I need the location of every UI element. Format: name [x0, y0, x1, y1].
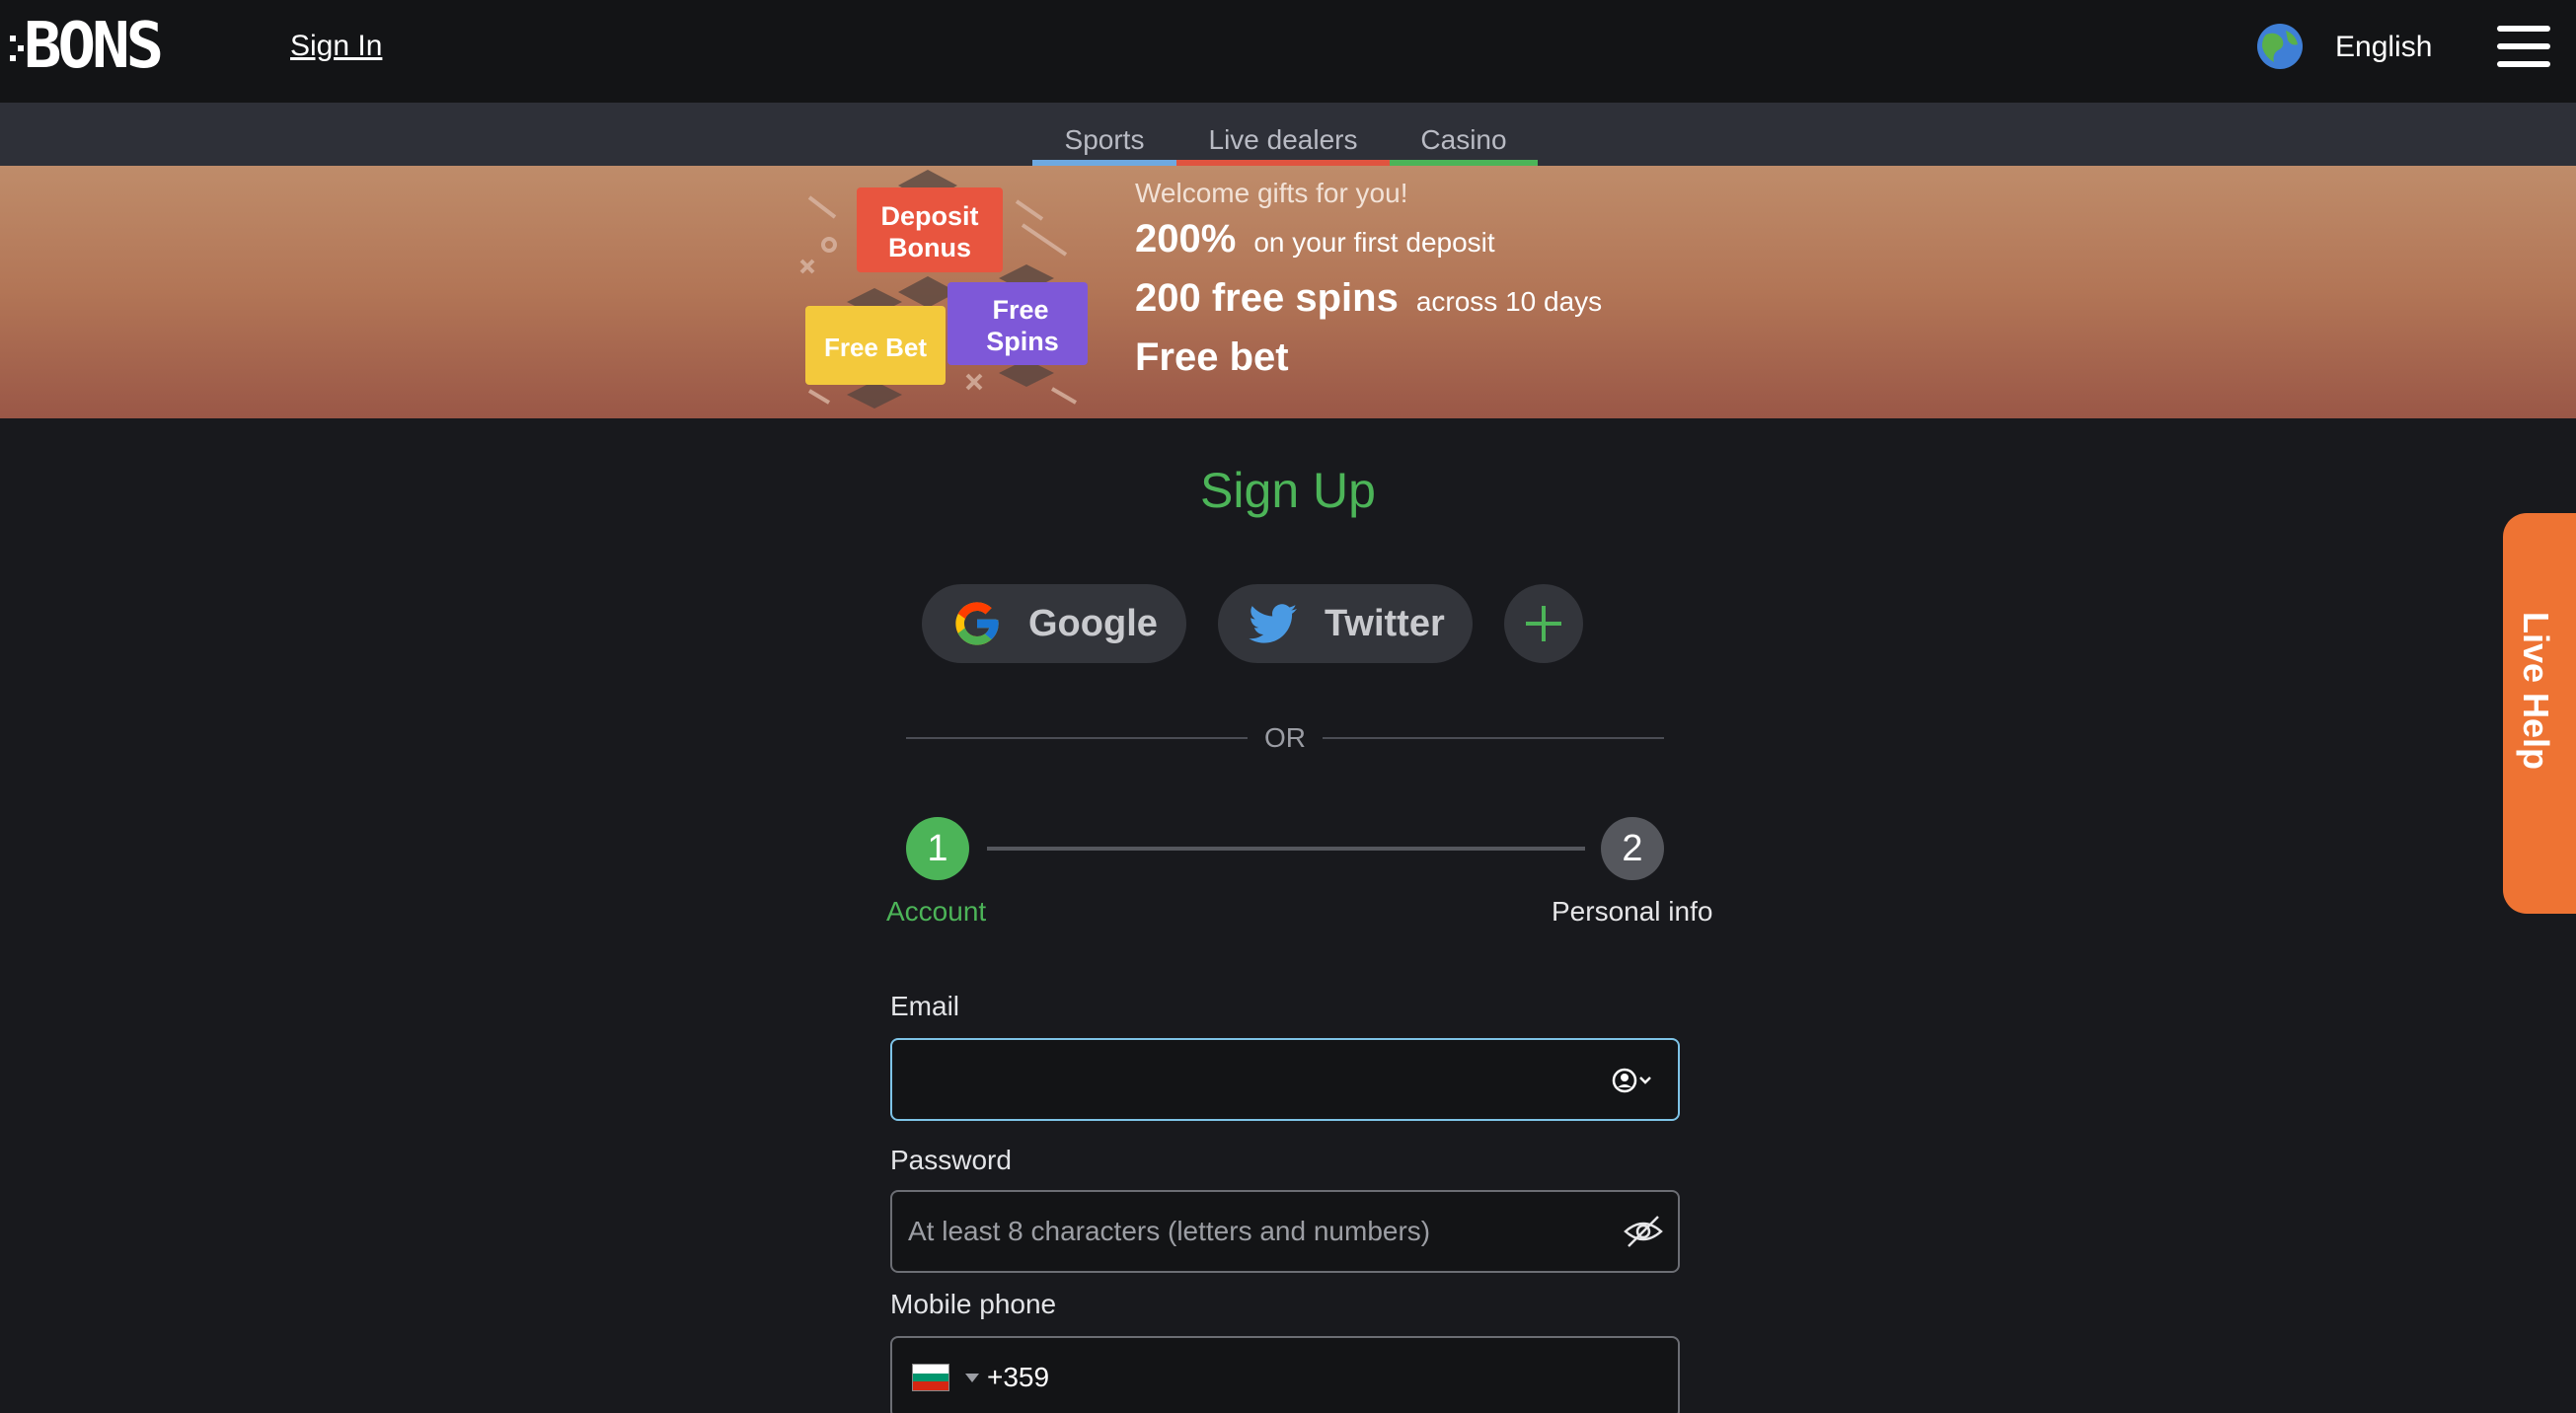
step-2-indicator: 2 — [1601, 817, 1664, 880]
offer-headline: 200 free spins — [1135, 276, 1399, 320]
email-field-wrapper — [890, 1038, 1680, 1121]
live-help-label: Live Help — [2516, 612, 2556, 771]
plus-icon — [1526, 606, 1561, 641]
google-signup-button[interactable]: Google — [922, 584, 1186, 663]
top-header: BONS Sign In English — [0, 0, 2576, 103]
offer-detail: across 10 days — [1415, 286, 1603, 317]
tab-label: Casino — [1420, 124, 1507, 155]
google-icon — [955, 602, 999, 645]
offer-detail: on your first deposit — [1253, 227, 1495, 258]
country-flag-icon[interactable] — [912, 1364, 949, 1391]
email-field[interactable] — [908, 1040, 1599, 1119]
or-divider-text: OR — [1264, 722, 1306, 753]
country-dropdown-caret-icon[interactable] — [965, 1374, 979, 1382]
email-label: Email — [890, 991, 960, 1021]
tab-sports[interactable]: Sports — [1032, 103, 1176, 166]
svg-text:Free: Free — [992, 295, 1048, 325]
bonus-illustration: Deposit Bonus Free Bet Free Spins — [799, 170, 1088, 409]
bons-logo[interactable]: BONS — [8, 18, 235, 73]
password-label: Password — [890, 1145, 1012, 1175]
twitter-signup-button[interactable]: Twitter — [1218, 584, 1473, 663]
language-selector[interactable]: English — [2335, 31, 2432, 64]
tab-live-dealers[interactable]: Live dealers — [1176, 103, 1390, 166]
divider-line — [906, 737, 1248, 739]
phone-field-wrapper: +359 — [890, 1336, 1680, 1413]
svg-text:Spins: Spins — [986, 327, 1059, 356]
category-tabs: Sports Live dealers Casino — [0, 103, 2576, 166]
stepper-connector — [987, 847, 1585, 851]
svg-text:Bonus: Bonus — [888, 233, 971, 262]
live-help-button[interactable]: Live Help — [2503, 513, 2576, 914]
page-title: Sign Up — [1200, 463, 1376, 518]
step-1-indicator: 1 — [906, 817, 969, 880]
offer-headline: Free bet — [1135, 335, 1289, 379]
offer-free-spins: 200 free spins across 10 days — [1135, 276, 1602, 321]
hamburger-icon[interactable] — [2497, 26, 2550, 67]
password-field[interactable] — [908, 1192, 1599, 1271]
welcome-banner[interactable]: Deposit Bonus Free Bet Free Spins Welcom… — [0, 166, 2576, 418]
sign-in-link[interactable]: Sign In — [290, 30, 382, 63]
step-2-label: Personal info — [1552, 896, 1713, 927]
step-1-label: Account — [886, 896, 987, 927]
google-button-label: Google — [1028, 602, 1158, 644]
offer-deposit: 200% on your first deposit — [1135, 217, 1495, 261]
eye-slash-icon[interactable] — [1623, 1214, 1664, 1249]
autofill-contact-icon[interactable] — [1611, 1068, 1660, 1093]
divider-line — [1323, 737, 1664, 739]
tab-label: Sports — [1064, 124, 1145, 155]
globe-icon[interactable] — [2256, 23, 2304, 70]
svg-text:BONS: BONS — [24, 18, 161, 73]
mobile-phone-label: Mobile phone — [890, 1289, 1057, 1319]
phone-dial-code[interactable]: +359 — [987, 1362, 1049, 1393]
tab-label: Live dealers — [1208, 124, 1358, 155]
svg-text:Deposit: Deposit — [880, 201, 978, 231]
more-signup-options-button[interactable] — [1504, 584, 1583, 663]
banner-welcome-text: Welcome gifts for you! — [1135, 178, 1408, 208]
offer-headline: 200% — [1135, 217, 1237, 260]
password-field-wrapper — [890, 1190, 1680, 1273]
offer-free-bet: Free bet — [1135, 335, 1289, 380]
twitter-button-label: Twitter — [1325, 602, 1445, 644]
twitter-icon — [1249, 604, 1298, 643]
tab-casino[interactable]: Casino — [1390, 103, 1538, 166]
svg-text:Free Bet: Free Bet — [824, 333, 927, 362]
